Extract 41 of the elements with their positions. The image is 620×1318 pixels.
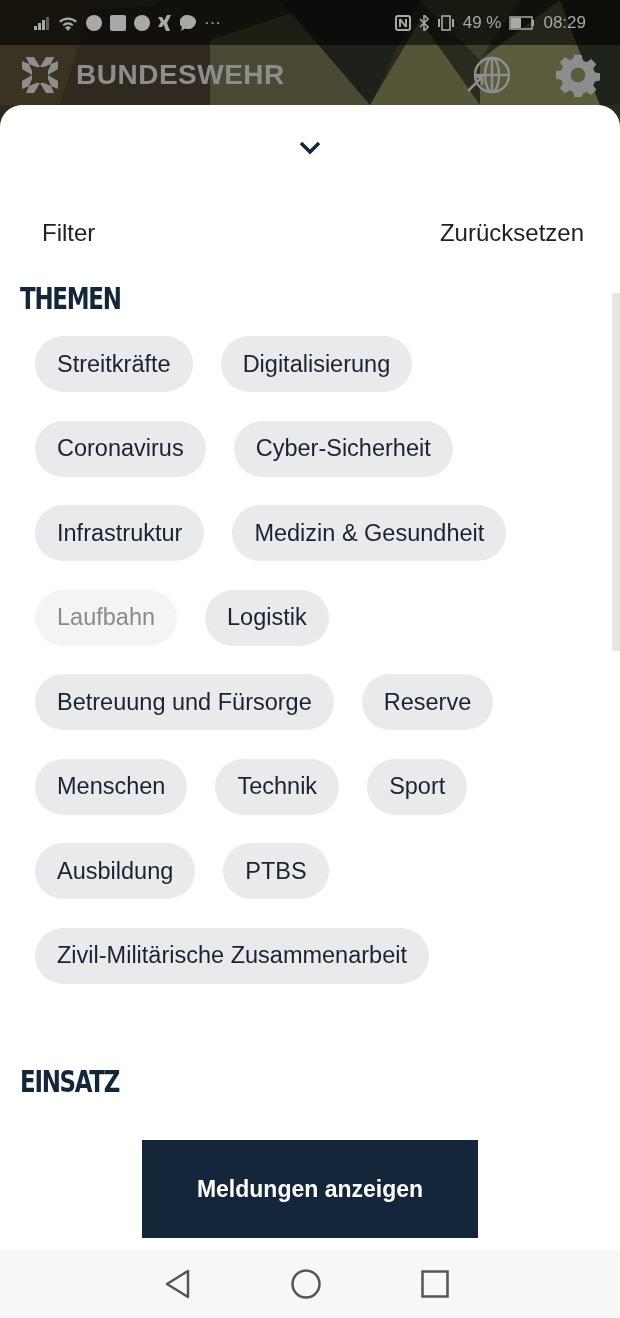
clock: 08:29 — [543, 12, 586, 33]
battery-icon — [509, 15, 536, 30]
nfc-icon — [394, 14, 411, 31]
show-news-button[interactable]: Meldungen anzeigen — [142, 1140, 478, 1238]
topic-chip[interactable]: Cyber-Sicherheit — [233, 420, 453, 477]
topic-chip[interactable]: Ausbildung — [35, 843, 196, 899]
bluetooth-icon — [418, 14, 429, 31]
back-icon[interactable] — [165, 1269, 191, 1299]
scrollbar[interactable] — [612, 293, 620, 651]
topic-chip[interactable]: PTBS — [223, 843, 329, 899]
vibrate-icon — [436, 14, 455, 31]
reset-link[interactable]: Zurücksetzen — [439, 219, 584, 247]
filter-label: Filter — [42, 219, 96, 247]
section-heading: EINSATZ — [20, 1063, 120, 1099]
topic-chip[interactable]: Coronavirus — [35, 420, 206, 477]
signal-icon — [34, 15, 50, 30]
topic-chip[interactable]: Zivil-Militärische Zusammenarbeit — [35, 927, 429, 984]
more-notifications: ··· — [204, 12, 221, 33]
recents-icon[interactable] — [421, 1270, 449, 1298]
topic-chip[interactable]: Menschen — [35, 758, 188, 815]
topic-chip[interactable]: Medizin & Gesundheit — [232, 505, 507, 561]
section-heading: THEMEN — [20, 281, 121, 316]
wifi-icon — [58, 14, 78, 31]
chat-icon — [180, 14, 196, 31]
topic-chip[interactable]: Logistik — [205, 589, 329, 646]
iron-cross-logo-icon — [20, 55, 60, 95]
app-icon — [134, 14, 150, 31]
topic-chip[interactable]: Reserve — [361, 674, 494, 730]
app-icon — [86, 14, 102, 31]
settings-icon[interactable] — [556, 53, 600, 97]
app-title: BUNDESWEHR — [76, 59, 285, 91]
home-icon[interactable] — [291, 1269, 321, 1299]
chevron-down-icon[interactable] — [299, 141, 321, 155]
topic-chip[interactable]: Infrastruktur — [35, 505, 205, 561]
app-icon — [158, 14, 172, 31]
topic-chip[interactable]: Sport — [367, 758, 468, 815]
battery-percent: 49 % — [462, 12, 502, 33]
topic-chip[interactable]: Streitkräfte — [35, 336, 193, 392]
topic-chip[interactable]: Digitalisierung — [220, 336, 413, 392]
topic-chip[interactable]: Technik — [215, 758, 340, 815]
topic-chip[interactable]: Betreuung und Fürsorge — [35, 674, 334, 730]
